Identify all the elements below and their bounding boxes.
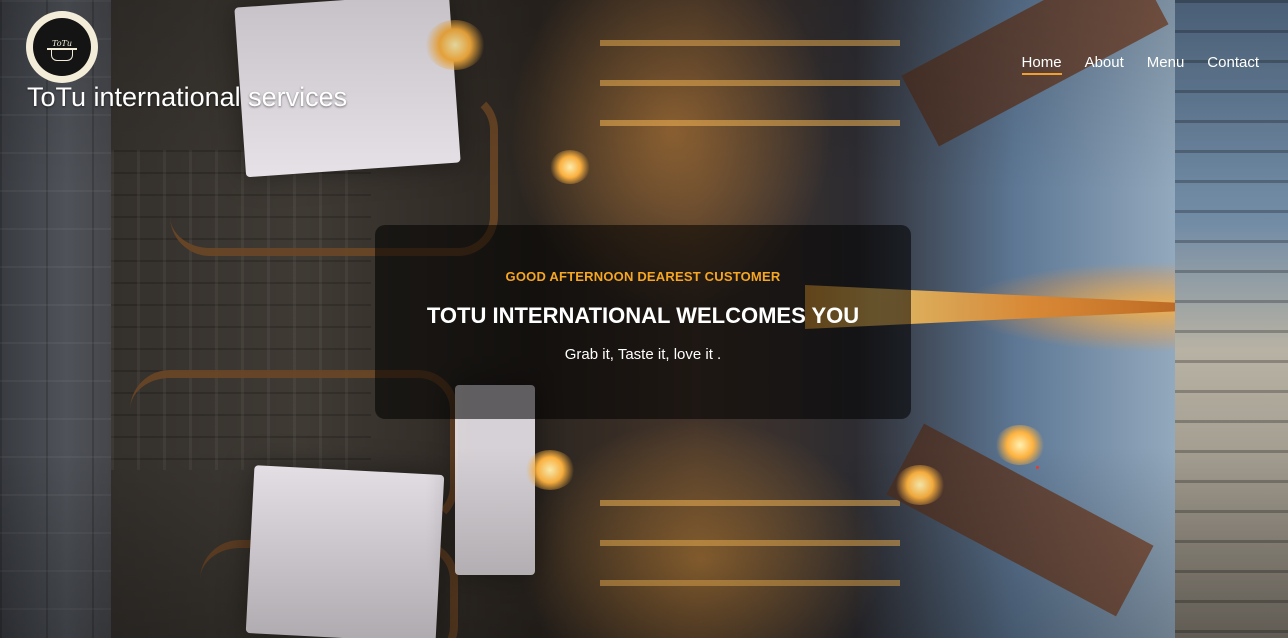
- main-nav: Home About Menu Contact: [999, 54, 1259, 75]
- nav-link-about[interactable]: About: [1085, 54, 1124, 75]
- hero-greeting: GOOD AFTERNOON DEAREST CUSTOMER: [505, 269, 781, 284]
- indicator-dot: [1036, 466, 1039, 469]
- nav-link-menu[interactable]: Menu: [1147, 54, 1185, 75]
- hero-card: GOOD AFTERNOON DEAREST CUSTOMER TOTU INT…: [375, 225, 911, 419]
- cooking-pot-icon: [47, 48, 77, 61]
- site-logo[interactable]: ToTu: [26, 11, 98, 83]
- site-name: ToTu international services: [27, 82, 348, 112]
- hero-tagline: Grab it, Taste it, love it .: [564, 346, 722, 363]
- logo-badge: ToTu: [33, 18, 91, 76]
- logo-text: ToTu: [51, 39, 73, 48]
- hero-title: TOTU INTERNATIONAL WELCOMES YOU: [426, 303, 860, 328]
- nav-link-home[interactable]: Home: [1021, 54, 1062, 75]
- nav-link-contact[interactable]: Contact: [1207, 54, 1259, 75]
